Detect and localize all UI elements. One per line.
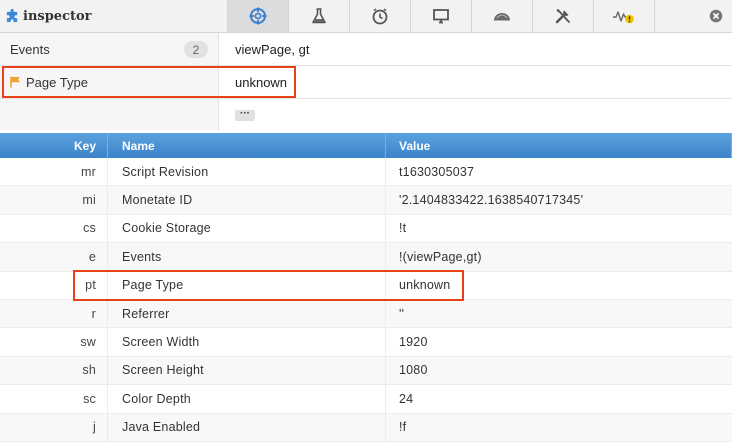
summary-row-more: ··· [0, 99, 732, 132]
row-value: '' [399, 306, 405, 321]
pulse-warning-icon [613, 11, 634, 24]
header-name[interactable]: Name [108, 133, 386, 158]
header-key[interactable]: Key [0, 133, 108, 158]
row-value: unknown [399, 278, 451, 293]
table-row[interactable]: j Java Enabled !f [0, 413, 732, 442]
app-title: inspector [23, 8, 92, 24]
brand: inspector [0, 0, 228, 32]
row-key: sc [0, 385, 108, 413]
params-table: Key Name Value mr Script Revision t16303… [0, 133, 732, 442]
header-value[interactable]: Value [386, 133, 732, 158]
toolbar: inspector [0, 0, 732, 33]
table-row[interactable]: sh Screen Height 1080 [0, 356, 732, 386]
row-value: t1630305037 [399, 164, 475, 179]
row-value: 24 [399, 391, 414, 406]
flag-icon [10, 76, 21, 88]
more-button[interactable]: ··· [235, 108, 255, 121]
clock-icon [372, 8, 388, 25]
table-row[interactable]: pt Page Type unknown [0, 271, 732, 300]
row-value: '2.1404833422.1638540717345' [399, 193, 584, 208]
row-name: Monetate ID [108, 186, 386, 214]
row-name: Script Revision [108, 158, 386, 186]
summary-label-cell: Page Type [0, 66, 219, 98]
table-row[interactable]: sc Color Depth 24 [0, 385, 732, 414]
row-name: Referrer [108, 299, 386, 328]
table-body: mr Script Revision t1630305037 mi Moneta… [0, 158, 732, 442]
row-name: Screen Height [108, 356, 386, 385]
row-name: Color Depth [108, 385, 386, 413]
tab-cloud[interactable] [472, 0, 533, 32]
events-count-badge: 2 [184, 41, 208, 58]
page-type-value: unknown [235, 74, 288, 90]
tab-flask[interactable] [289, 0, 350, 32]
more-cell: ··· [219, 99, 732, 131]
table-row[interactable]: mr Script Revision t1630305037 [0, 158, 732, 187]
row-name: Cookie Storage [108, 214, 386, 243]
events-label: Events [10, 41, 50, 57]
crosshair-icon [249, 7, 267, 25]
table-row[interactable]: cs Cookie Storage !t [0, 214, 732, 244]
events-value: viewPage, gt [235, 41, 310, 57]
row-value: !f [399, 420, 407, 435]
tab-monitor[interactable] [411, 0, 472, 32]
table-row[interactable]: r Referrer '' [0, 299, 732, 329]
row-value: !(viewPage,gt) [399, 249, 482, 264]
page-type-label: Page Type [26, 74, 88, 90]
summary-row-page-type[interactable]: Page Type unknown [0, 66, 732, 99]
summary-label-cell [0, 99, 219, 131]
tools-icon [555, 9, 570, 24]
tab-tools[interactable] [533, 0, 594, 32]
puzzle-logo-icon [4, 8, 20, 24]
row-value: 1080 [399, 363, 428, 378]
row-name: Java Enabled [108, 413, 386, 441]
close-icon[interactable] [709, 9, 723, 23]
summary-panel: Events 2 viewPage, gt Page Type unknown … [0, 33, 732, 132]
tab-pulse-warning[interactable] [594, 0, 655, 32]
table-row[interactable]: mi Monetate ID '2.1404833422.16385407173… [0, 186, 732, 215]
tab-crosshair[interactable] [228, 0, 289, 32]
row-key: sh [0, 356, 108, 385]
row-key: r [0, 299, 108, 328]
table-header: Key Name Value [0, 133, 732, 158]
row-key: e [0, 243, 108, 271]
row-key: sw [0, 328, 108, 356]
row-value: !t [399, 221, 407, 236]
summary-row-events[interactable]: Events 2 viewPage, gt [0, 33, 732, 66]
close-area [655, 0, 732, 32]
row-value: 1920 [399, 335, 428, 350]
flask-icon [312, 8, 326, 24]
tab-clock[interactable] [350, 0, 411, 32]
monitor-icon [433, 9, 449, 24]
row-key: cs [0, 214, 108, 243]
row-name: Events [108, 243, 386, 271]
row-key: j [0, 413, 108, 441]
row-key: pt [0, 271, 108, 299]
cloud-icon [494, 13, 510, 21]
summary-label-cell: Events 2 [0, 33, 219, 65]
row-key: mr [0, 158, 108, 186]
row-key: mi [0, 186, 108, 214]
table-row[interactable]: e Events !(viewPage,gt) [0, 243, 732, 272]
row-name: Page Type [108, 271, 386, 299]
table-row[interactable]: sw Screen Width 1920 [0, 328, 732, 357]
row-name: Screen Width [108, 328, 386, 356]
